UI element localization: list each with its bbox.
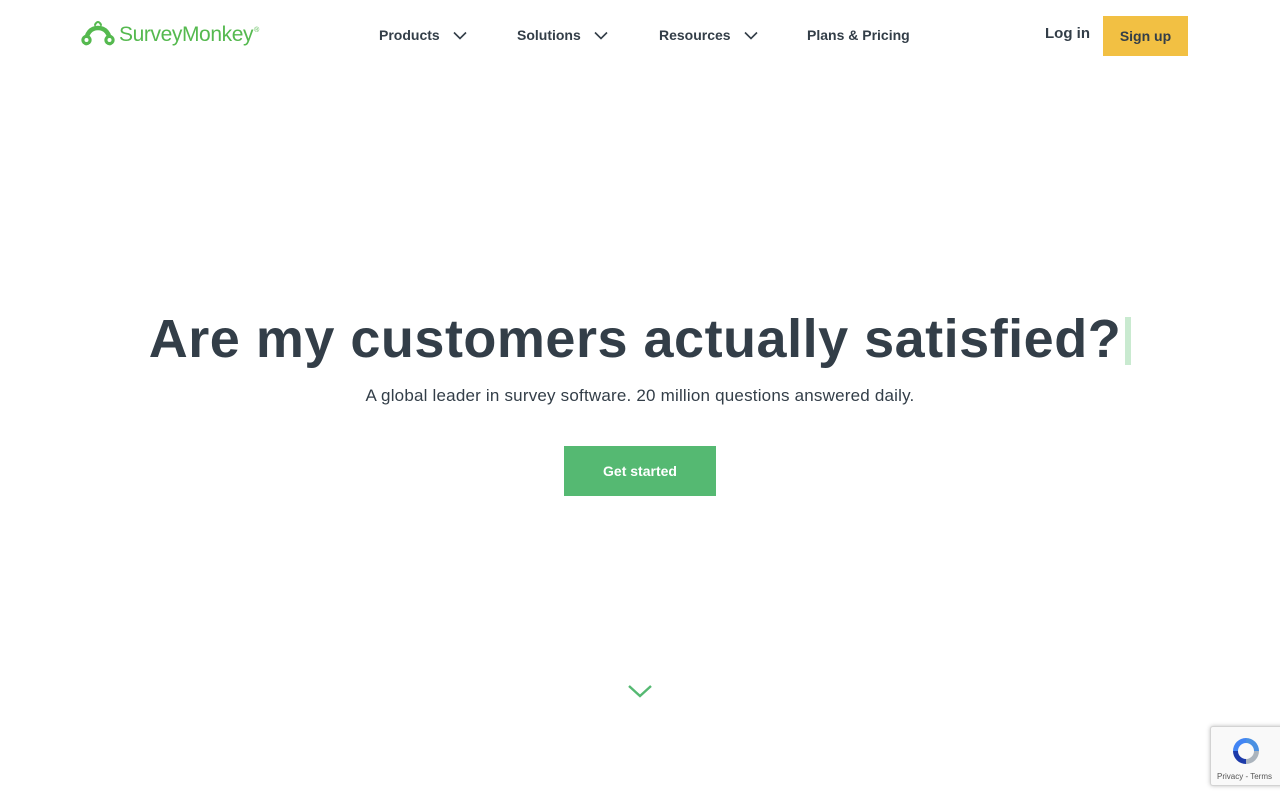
hero-subtitle: A global leader in survey software. 20 m… <box>365 386 915 405</box>
chevron-down-icon <box>744 31 758 40</box>
surveymonkey-logo[interactable]: SurveyMonkey ® <box>80 20 259 50</box>
nav-resources[interactable]: Resources <box>659 24 758 46</box>
nav-plans-pricing[interactable]: Plans & Pricing <box>807 24 910 46</box>
login-link[interactable]: Log in <box>1045 25 1090 42</box>
hero-title: Are my customers actually satisfied? <box>148 309 1122 369</box>
nav-solutions[interactable]: Solutions <box>517 24 608 46</box>
hero-title-line: Are my customers actually satisfied? <box>0 306 1280 372</box>
chevron-down-icon <box>453 31 467 40</box>
nav-products[interactable]: Products <box>379 24 467 46</box>
typing-cursor <box>1125 317 1132 365</box>
nav-solutions-label: Solutions <box>517 27 581 43</box>
recaptcha-links: Privacy - Terms <box>1217 772 1272 781</box>
recaptcha-icon <box>1230 735 1262 767</box>
recaptcha-badge[interactable]: Privacy - Terms <box>1210 726 1280 786</box>
nav-products-label: Products <box>379 27 440 43</box>
nav-resources-label: Resources <box>659 27 731 43</box>
page: SurveyMonkey ® Products Solutions Resour… <box>0 0 1280 800</box>
get-started-button[interactable]: Get started <box>564 446 716 496</box>
nav-plans-pricing-label: Plans & Pricing <box>807 27 910 43</box>
brand-name: SurveyMonkey <box>119 23 254 46</box>
monkey-logo-icon <box>80 21 116 49</box>
registered-mark: ® <box>254 27 260 34</box>
recaptcha-privacy-link[interactable]: Privacy <box>1217 772 1243 781</box>
recaptcha-terms-link[interactable]: Terms <box>1250 772 1272 781</box>
site-header: SurveyMonkey ® Products Solutions Resour… <box>0 0 1280 72</box>
chevron-down-icon <box>594 31 608 40</box>
signup-button[interactable]: Sign up <box>1103 16 1188 56</box>
chevron-down-icon[interactable] <box>627 684 653 698</box>
